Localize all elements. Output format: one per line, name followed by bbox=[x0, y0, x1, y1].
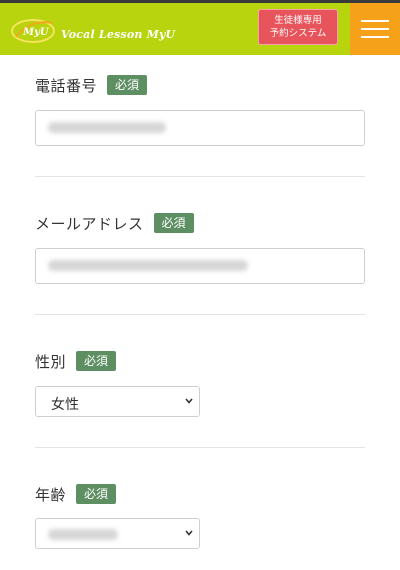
student-reservation-button[interactable]: 生徒様専用 予約システム bbox=[258, 9, 338, 45]
email-label: メールアドレス bbox=[35, 214, 144, 233]
reserve-button-line1: 生徒様専用 bbox=[274, 15, 322, 26]
chevron-down-icon bbox=[185, 530, 193, 536]
menu-bar-icon bbox=[361, 28, 389, 30]
age-select[interactable] bbox=[35, 518, 200, 549]
phone-label: 電話番号 bbox=[35, 76, 98, 95]
site-header: MyU Vocal Lesson MyU 生徒様専用 予約システム bbox=[0, 3, 400, 55]
email-field-group: メールアドレス 必須 bbox=[35, 212, 365, 284]
gender-selected-value: 女性 bbox=[51, 397, 79, 413]
reserve-button-line2: 予約システム bbox=[269, 28, 327, 39]
logo-text: MyU bbox=[22, 27, 50, 38]
hamburger-menu-button[interactable] bbox=[350, 3, 400, 55]
divider bbox=[35, 314, 365, 315]
chevron-down-icon bbox=[185, 398, 193, 404]
divider bbox=[35, 447, 365, 448]
phone-field-group: 電話番号 必須 bbox=[35, 74, 365, 146]
menu-bar-icon bbox=[361, 20, 389, 22]
menu-bar-icon bbox=[361, 36, 389, 38]
email-input[interactable] bbox=[35, 248, 365, 284]
blurred-value bbox=[48, 529, 118, 540]
age-field-group: 年齢 必須 bbox=[35, 483, 365, 549]
blurred-value bbox=[48, 122, 166, 133]
brand-name[interactable]: Vocal Lesson MyU bbox=[61, 28, 175, 41]
age-label: 年齢 bbox=[35, 485, 67, 504]
required-badge: 必須 bbox=[76, 484, 117, 504]
blurred-value bbox=[48, 260, 248, 271]
phone-input[interactable] bbox=[35, 110, 365, 146]
divider bbox=[35, 176, 365, 177]
gender-field-group: 性別 必須 女性 bbox=[35, 350, 365, 417]
required-badge: 必須 bbox=[76, 351, 117, 371]
required-badge: 必須 bbox=[107, 75, 148, 95]
myu-logo-icon[interactable]: MyU bbox=[10, 15, 56, 45]
required-badge: 必須 bbox=[153, 213, 194, 233]
gender-label: 性別 bbox=[35, 352, 67, 371]
gender-select[interactable]: 女性 bbox=[35, 386, 200, 417]
